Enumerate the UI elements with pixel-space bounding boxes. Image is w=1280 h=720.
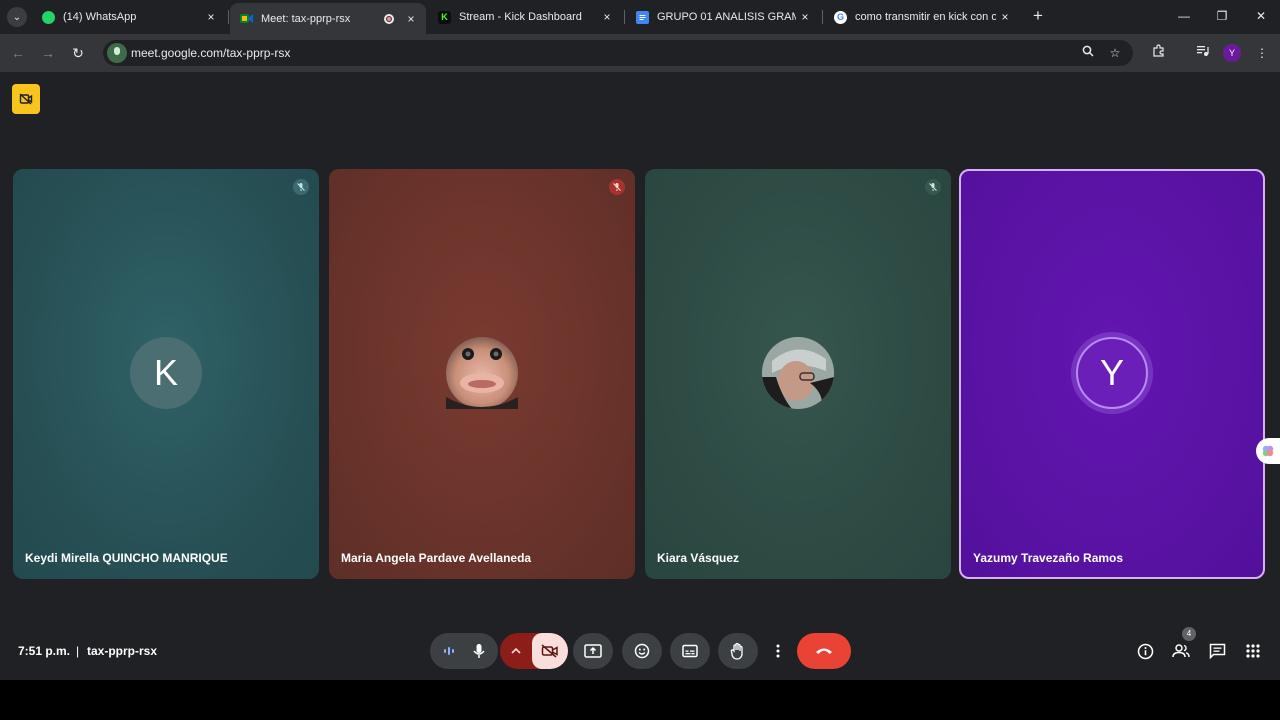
tab-title: Meet: tax-pprp-rsx [261,12,351,25]
end-call-button[interactable] [797,633,851,669]
muted-mic-icon [609,179,625,195]
google-icon: G [834,10,847,24]
minimize-button[interactable]: — [1170,6,1198,26]
media-controls-icon[interactable] [1192,43,1212,63]
participant-count-badge: 4 [1182,627,1196,641]
back-button[interactable]: ← [8,43,28,63]
close-tab-icon[interactable]: × [598,10,616,24]
participant-tile[interactable]: K Keydi Mirella QUINCHO MANRIQUE [13,169,319,579]
chat-icon[interactable] [1207,641,1227,661]
muted-mic-icon [293,179,309,195]
close-window-button[interactable]: ✕ [1247,6,1275,26]
participant-avatar: K [130,337,202,409]
screen-bottom-bar [0,680,1280,720]
forward-button[interactable]: → [38,43,58,63]
meet-icon [240,12,253,25]
tab-title: Stream - Kick Dashboard [459,11,582,23]
tab-strip: ⌄ (14) WhatsApp × Meet: tax-pprp-rsx × K… [0,0,1280,34]
gemini-side-panel-icon[interactable] [1256,438,1280,464]
participant-name: Keydi Mirella QUINCHO MANRIQUE [25,551,228,565]
browser-chrome: ⌄ (14) WhatsApp × Meet: tax-pprp-rsx × K… [0,0,1280,72]
close-tab-icon[interactable]: × [202,10,220,24]
docs-icon [636,10,649,24]
participant-tile[interactable]: Maria Angela Pardave Avellaneda [329,169,635,579]
new-tab-button[interactable]: + [1028,6,1048,26]
profile-avatar[interactable]: Y [1223,44,1241,62]
camera-control-group[interactable] [500,633,568,669]
bookmark-star-icon[interactable]: ☆ [1106,44,1124,62]
participant-avatar: Y [1076,337,1148,409]
address-bar[interactable]: meet.google.com/tax-pprp-rsx ☆ [103,40,1133,66]
tab-meet[interactable]: Meet: tax-pprp-rsx × [230,3,426,34]
muted-mic-icon [925,179,941,195]
tab-kick[interactable]: K Stream - Kick Dashboard × [428,4,622,30]
tab-separator [228,10,229,24]
close-tab-icon[interactable]: × [402,12,420,26]
captions-button[interactable] [670,633,710,669]
meeting-code: tax-pprp-rsx [87,644,158,658]
present-screen-button[interactable] [573,633,613,669]
meeting-info-divider: | [76,644,80,658]
emoji-reactions-button[interactable] [622,633,662,669]
tab-title: GRUPO 01 ANALISIS GRAMATI [657,11,796,23]
microphone-in-use-icon[interactable] [107,43,127,63]
close-tab-icon[interactable]: × [996,10,1014,24]
tab-separator [822,10,823,24]
participant-name: Kiara Vásquez [657,551,740,565]
zoom-icon[interactable] [1079,44,1097,62]
tab-search-button[interactable]: ⌄ [7,7,27,27]
audio-level-icon [434,645,464,657]
participant-photo [446,337,518,409]
close-tab-icon[interactable]: × [796,10,814,24]
reload-button[interactable]: ↻ [68,43,88,63]
meeting-details-icon[interactable] [1135,641,1155,661]
meet-stage: K Keydi Mirella QUINCHO MANRIQUE Maria A… [0,72,1280,680]
camera-off-notice-icon[interactable] [12,84,40,114]
camera-options-chevron-icon[interactable] [500,647,532,655]
participant-name: Maria Angela Pardave Avellaneda [341,551,532,565]
url-text[interactable]: meet.google.com/tax-pprp-rsx [131,46,290,60]
extensions-icon[interactable] [1148,43,1168,63]
more-options-icon[interactable] [768,633,788,669]
tab-docs[interactable]: GRUPO 01 ANALISIS GRAMATI × [626,4,820,30]
tab-google-search[interactable]: G como transmitir en kick con ob × [824,4,1020,30]
meeting-time: 7:51 p.m. [18,644,71,658]
kick-icon: K [438,10,451,24]
camera-off-button[interactable] [532,633,568,669]
participant-name: Yazumy Travezaño Ramos [973,551,1124,565]
browser-menu-icon[interactable]: ⋮ [1252,43,1272,63]
activities-grid-icon[interactable] [1243,641,1263,661]
participant-tile[interactable]: Kiara Vásquez [645,169,951,579]
whatsapp-icon [42,10,55,24]
tab-separator [624,10,625,24]
tab-title: como transmitir en kick con ob [855,11,996,23]
tab-whatsapp[interactable]: (14) WhatsApp × [32,4,226,30]
participant-tile-speaking[interactable]: Y Yazumy Travezaño Ramos [959,169,1265,579]
recording-indicator-icon [384,13,394,24]
tab-title: (14) WhatsApp [63,11,137,23]
microphone-button[interactable] [464,643,494,659]
maximize-button[interactable]: ❐ [1208,6,1236,26]
mic-control-group[interactable] [430,633,498,669]
people-icon[interactable] [1171,641,1191,661]
participant-photo [762,337,834,409]
raise-hand-button[interactable] [718,633,758,669]
